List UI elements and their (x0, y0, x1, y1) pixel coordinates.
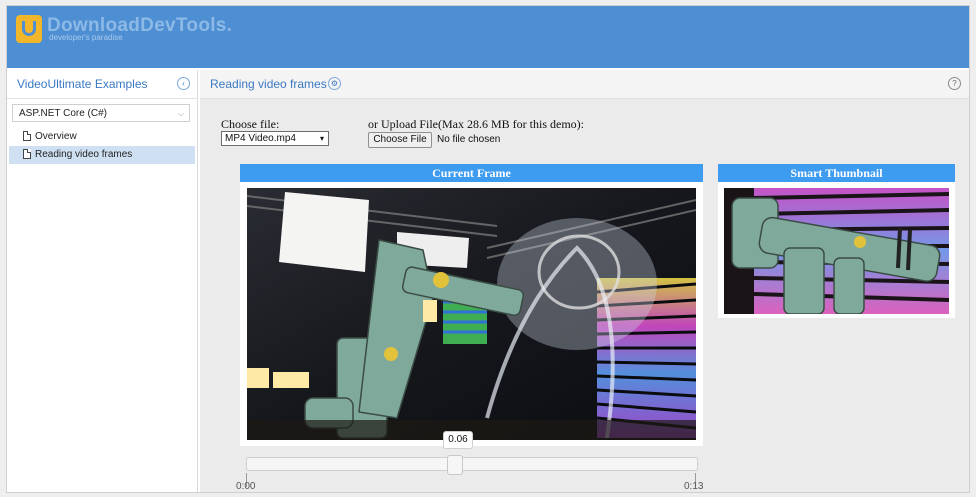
sidebar-header: VideoUltimate Examples ‹ (7, 70, 197, 99)
platform-select-value: ASP.NET Core (C#) (19, 108, 107, 119)
chevron-down-icon: ⌵ (177, 109, 184, 118)
sidebar-item-overview[interactable]: Overview (9, 128, 195, 146)
site-header: DownloadDevTools. developer's paradise (7, 6, 969, 68)
sidebar: VideoUltimate Examples ‹ ASP.NET Core (C… (7, 70, 198, 492)
file-select[interactable]: MP4 Video.mp4 ▾ (221, 131, 329, 146)
current-frame-image (247, 188, 696, 440)
frame-slider-handle[interactable] (447, 455, 463, 475)
slider-max-label: 0:13 (684, 481, 704, 492)
slider-min-label: 0:00 (236, 481, 256, 492)
upload-label: or Upload File(Max 28.6 MB for this demo… (368, 117, 584, 131)
sidebar-item-reading-video-frames[interactable]: Reading video frames (9, 146, 195, 164)
platform-select[interactable]: ASP.NET Core (C#) ⌵ (12, 104, 190, 122)
current-frame-header: Current Frame (240, 164, 703, 182)
page-icon (23, 149, 31, 159)
current-time-tooltip: 0.06 (443, 431, 473, 449)
smart-thumbnail-header: Smart Thumbnail (718, 164, 955, 182)
frame-slider[interactable] (246, 455, 698, 475)
sidebar-title: VideoUltimate Examples (17, 77, 148, 91)
chevron-left-circle-icon[interactable]: ‹ (177, 77, 190, 90)
app-window: DownloadDevTools. developer's paradise V… (6, 5, 970, 493)
smart-thumbnail-image (724, 188, 949, 314)
smart-thumbnail-panel: Smart Thumbnail (718, 164, 955, 318)
file-select-value: MP4 Video.mp4 (225, 133, 296, 144)
logo-icon (16, 15, 42, 43)
sidebar-item-label: Reading video frames (35, 149, 133, 160)
no-file-text: No file chosen (437, 134, 501, 145)
chevron-down-icon: ▾ (319, 134, 324, 143)
brand-subtitle: developer's paradise (49, 33, 123, 42)
gear-circle-icon[interactable]: ⚙ (328, 77, 341, 90)
page-title: Reading video frames (210, 77, 327, 91)
choose-file-label: Choose file: (221, 117, 280, 131)
frame-slider-fill (247, 458, 454, 470)
question-circle-icon[interactable]: ? (948, 77, 961, 90)
choose-file-button[interactable]: Choose File (368, 132, 432, 148)
sidebar-item-label: Overview (35, 131, 77, 142)
content-header: Reading video frames ⚙ ? (200, 70, 969, 99)
main-content: Reading video frames ⚙ ? Choose file: MP… (200, 70, 969, 492)
page-icon (23, 131, 31, 141)
current-frame-panel: Current Frame (240, 164, 703, 446)
